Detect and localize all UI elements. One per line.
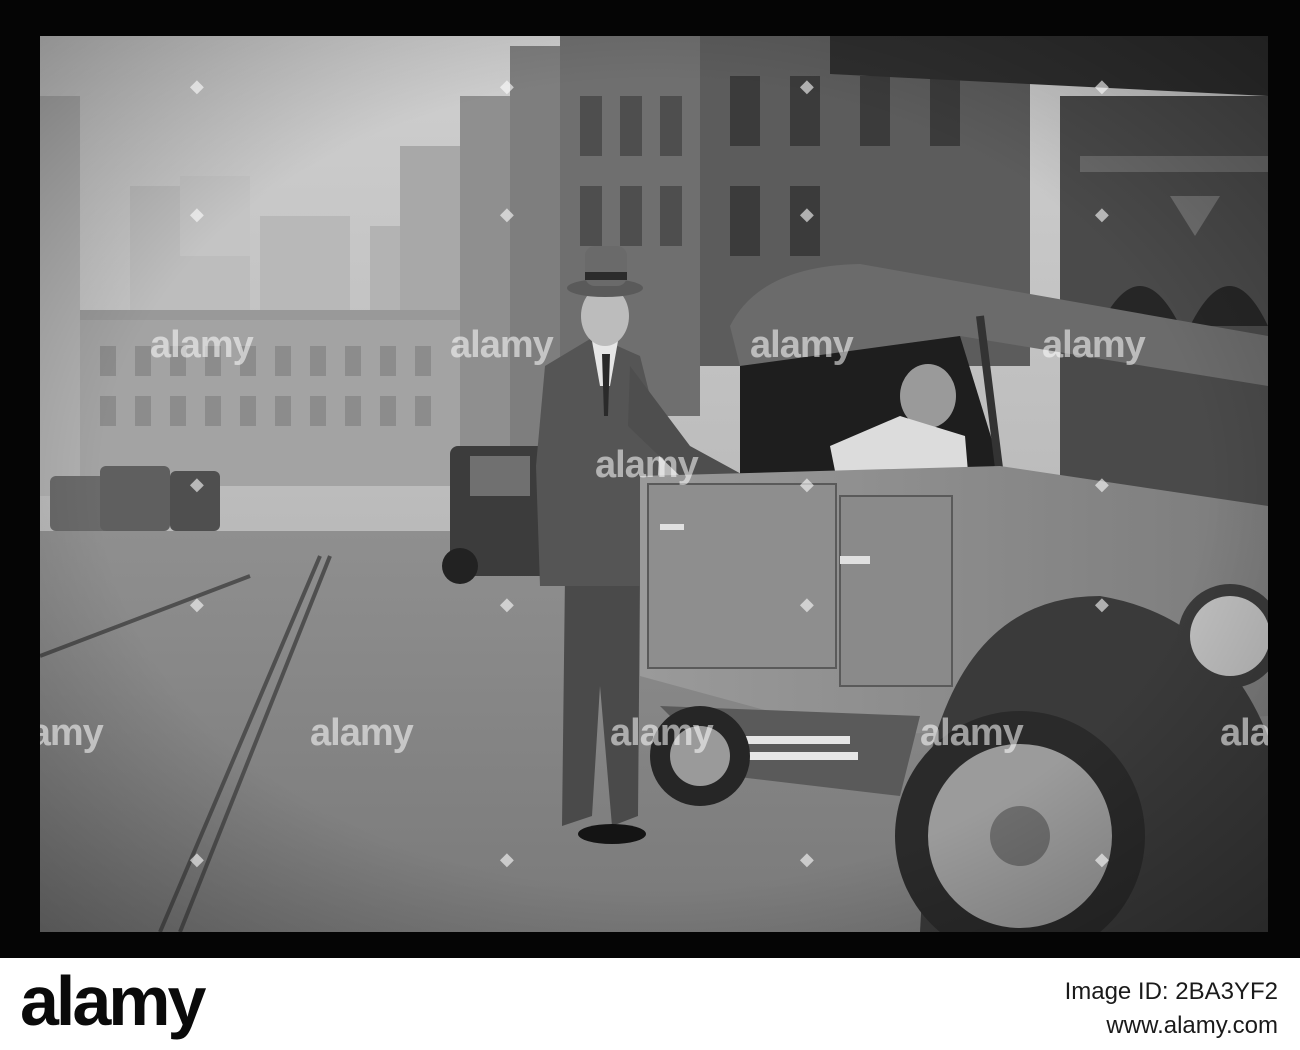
stock-footer: alamy Image ID: 2BA3YF2 www.alamy.com xyxy=(0,958,1300,1050)
watermark-dot: ◆ xyxy=(500,849,514,870)
watermark-dot: ◆ xyxy=(1095,594,1109,615)
watermark-text: alamy xyxy=(310,712,414,754)
watermark-dot: ◆ xyxy=(500,76,514,97)
watermark-text: alamy xyxy=(750,324,854,366)
watermark-dot: ◆ xyxy=(800,594,814,615)
watermark-dot: ◆ xyxy=(800,474,814,495)
watermark-text: alamy xyxy=(1220,712,1268,754)
watermark-text: alamy xyxy=(150,324,254,366)
watermark-dot: ◆ xyxy=(800,76,814,97)
watermark-text: alamy xyxy=(595,444,699,486)
watermark-dot: ◆ xyxy=(1095,849,1109,870)
watermark-dot: ◆ xyxy=(190,474,204,495)
watermark-dot: ◆ xyxy=(1095,76,1109,97)
photograph: alamy alamy alamy alamy alamy alamy alam… xyxy=(40,36,1268,932)
watermark-dot: ◆ xyxy=(190,849,204,870)
site-url[interactable]: www.alamy.com xyxy=(1106,1014,1278,1038)
watermark-dot: ◆ xyxy=(1095,474,1109,495)
watermark-dot: ◆ xyxy=(800,204,814,225)
watermark-dot: ◆ xyxy=(190,204,204,225)
watermark-dot: ◆ xyxy=(800,849,814,870)
watermark-text: alamy xyxy=(450,324,554,366)
watermark-dot: ◆ xyxy=(1095,204,1109,225)
watermark-text: alamy xyxy=(40,712,104,754)
watermark-dot: ◆ xyxy=(190,594,204,615)
watermark-dot: ◆ xyxy=(190,76,204,97)
watermark-dot: ◆ xyxy=(500,204,514,225)
image-id-label: Image ID: 2BA3YF2 xyxy=(1064,978,1278,1005)
watermark-text: alamy xyxy=(920,712,1024,754)
watermark-dot: ◆ xyxy=(500,594,514,615)
watermark-text: alamy xyxy=(1042,324,1146,366)
photo-frame: alamy alamy alamy alamy alamy alamy alam… xyxy=(0,0,1300,958)
watermark-text: alamy xyxy=(610,712,714,754)
footer-logo[interactable]: alamy xyxy=(20,966,206,1036)
